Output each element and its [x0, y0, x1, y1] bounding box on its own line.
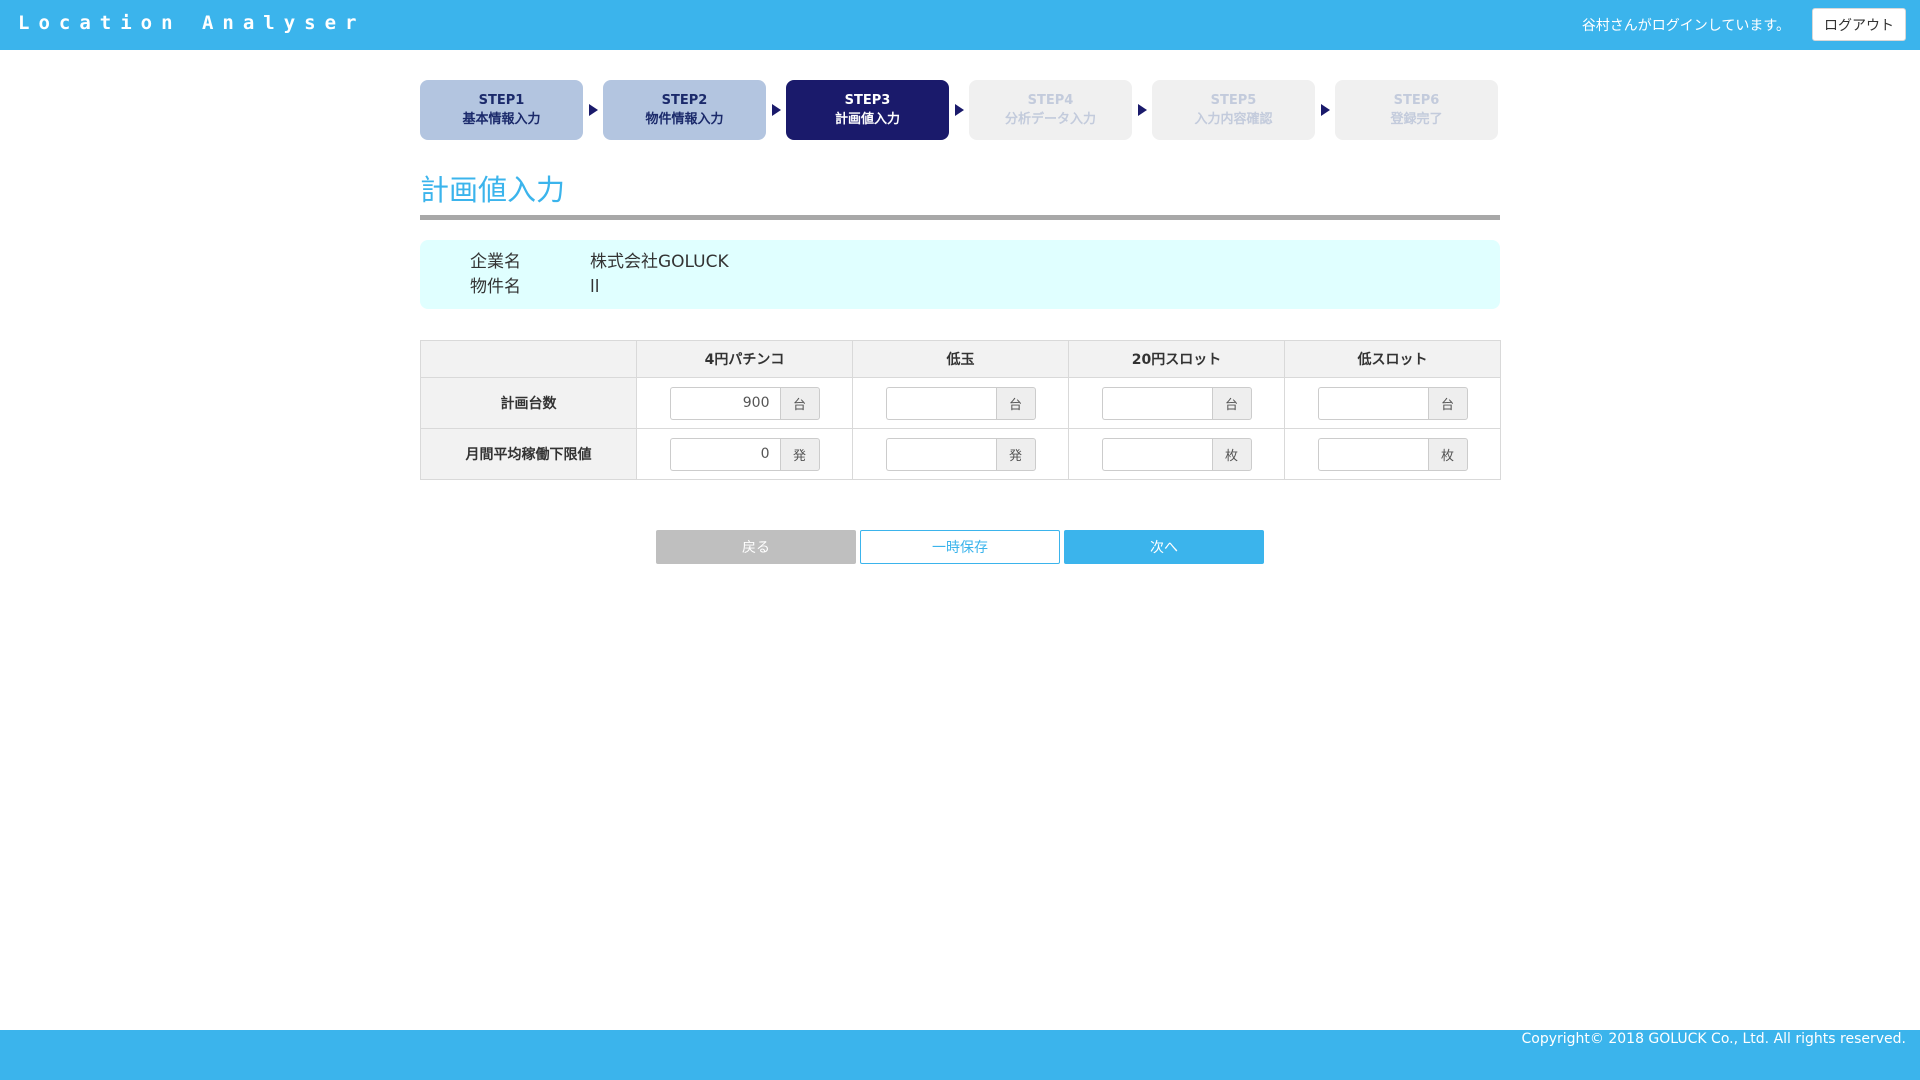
next-button[interactable]: 次へ [1064, 530, 1264, 564]
company-value: 株式会社GOLUCK [590, 252, 729, 272]
corner-cell [420, 340, 637, 378]
unit-input-group: 台 [1286, 386, 1499, 420]
step-1: STEP1 基本情報入力 [420, 80, 583, 140]
table-cell: 台 [852, 377, 1069, 429]
step-name: 物件情報入力 [645, 112, 724, 127]
min-operation-input[interactable] [885, 437, 996, 471]
unit-label: 台 [1211, 386, 1252, 420]
unit-label: 台 [1427, 386, 1468, 420]
unit-input-group: 枚 [1070, 437, 1283, 471]
form-actions: 戻る 一時保存 次へ [420, 530, 1500, 564]
table-header-row: 4円パチンコ 低玉 20円スロット 低スロット [420, 340, 1501, 378]
plan-count-input[interactable] [1101, 386, 1212, 420]
plan-count-input[interactable] [669, 386, 780, 420]
step-arrow-icon [766, 104, 786, 116]
step-3: STEP3 計画値入力 [786, 80, 949, 140]
table-cell: 台 [1068, 377, 1285, 429]
step-arrow-icon [1132, 104, 1152, 116]
step-label: STEP5 [1210, 93, 1257, 108]
unit-label: 枚 [1211, 437, 1252, 471]
step-label: STEP6 [1393, 93, 1440, 108]
min-operation-input[interactable] [669, 437, 780, 471]
plan-table: 4円パチンコ 低玉 20円スロット 低スロット 計画台数 台 台 [420, 340, 1501, 480]
unit-label: 発 [995, 437, 1036, 471]
step-arrow-icon [1315, 104, 1335, 116]
table-row: 計画台数 台 台 台 [420, 377, 1501, 429]
column-header: 20円スロット [1068, 340, 1285, 378]
step-label: STEP2 [661, 93, 708, 108]
table-cell: 台 [1284, 377, 1501, 429]
column-header: 低スロット [1284, 340, 1501, 378]
unit-label: 発 [779, 437, 820, 471]
step-label: STEP1 [478, 93, 525, 108]
property-label: 物件名 [470, 277, 521, 297]
title-divider [420, 215, 1500, 220]
app-footer: Copyright© 2018 GOLUCK Co., Ltd. All rig… [0, 1030, 1920, 1080]
row-header: 計画台数 [420, 377, 637, 429]
unit-label: 台 [995, 386, 1036, 420]
table-cell: 発 [636, 428, 853, 480]
step-label: STEP3 [844, 93, 891, 108]
step-name: 計画値入力 [834, 112, 900, 127]
unit-input-group: 台 [638, 386, 851, 420]
step-4: STEP4 分析データ入力 [969, 80, 1132, 140]
step-5: STEP5 入力内容確認 [1152, 80, 1315, 140]
column-header: 低玉 [852, 340, 1069, 378]
step-arrow-icon [583, 104, 603, 116]
unit-label: 枚 [1427, 437, 1468, 471]
unit-input-group: 枚 [1286, 437, 1499, 471]
save-draft-button[interactable]: 一時保存 [860, 530, 1060, 564]
unit-label: 台 [779, 386, 820, 420]
plan-count-input[interactable] [1317, 386, 1428, 420]
unit-input-group: 発 [638, 437, 851, 471]
step-name: 分析データ入力 [1004, 112, 1096, 127]
login-status: 谷村さんがログインしています。 [1581, 18, 1790, 34]
app-header: Location Analyser 谷村さんがログインしています。 ログアウト [0, 0, 1920, 50]
company-row: 企業名 株式会社GOLUCK [420, 250, 1500, 275]
table-cell: 発 [852, 428, 1069, 480]
logout-button[interactable]: ログアウト [1812, 8, 1906, 41]
table-cell: 枚 [1284, 428, 1501, 480]
step-6: STEP6 登録完了 [1335, 80, 1498, 140]
copyright-text: Copyright© 2018 GOLUCK Co., Ltd. All rig… [1521, 1031, 1907, 1047]
step-progress: STEP1 基本情報入力 STEP2 物件情報入力 STEP3 計画値入力 ST… [420, 80, 1500, 140]
property-value: ll [590, 277, 600, 297]
step-name: 基本情報入力 [462, 112, 541, 127]
unit-input-group: 発 [854, 437, 1067, 471]
min-operation-input[interactable] [1317, 437, 1428, 471]
step-label: STEP4 [1027, 93, 1074, 108]
main-content: STEP1 基本情報入力 STEP2 物件情報入力 STEP3 計画値入力 ST… [420, 80, 1501, 564]
table-cell: 台 [636, 377, 853, 429]
info-panel: 企業名 株式会社GOLUCK 物件名 ll [420, 240, 1500, 309]
unit-input-group: 台 [854, 386, 1067, 420]
company-label: 企業名 [470, 252, 521, 272]
min-operation-input[interactable] [1101, 437, 1212, 471]
step-2: STEP2 物件情報入力 [603, 80, 766, 140]
step-name: 登録完了 [1390, 112, 1443, 127]
back-button[interactable]: 戻る [656, 530, 856, 564]
step-name: 入力内容確認 [1194, 112, 1273, 127]
row-header: 月間平均稼働下限値 [420, 428, 637, 480]
unit-input-group: 台 [1070, 386, 1283, 420]
table-row: 月間平均稼働下限値 発 発 枚 [420, 428, 1501, 480]
property-row: 物件名 ll [420, 275, 1500, 300]
table-cell: 枚 [1068, 428, 1285, 480]
step-arrow-icon [949, 104, 969, 116]
page-title: 計画値入力 [420, 173, 566, 207]
plan-count-input[interactable] [885, 386, 996, 420]
column-header: 4円パチンコ [636, 340, 853, 378]
app-title: Location Analyser [18, 12, 366, 34]
